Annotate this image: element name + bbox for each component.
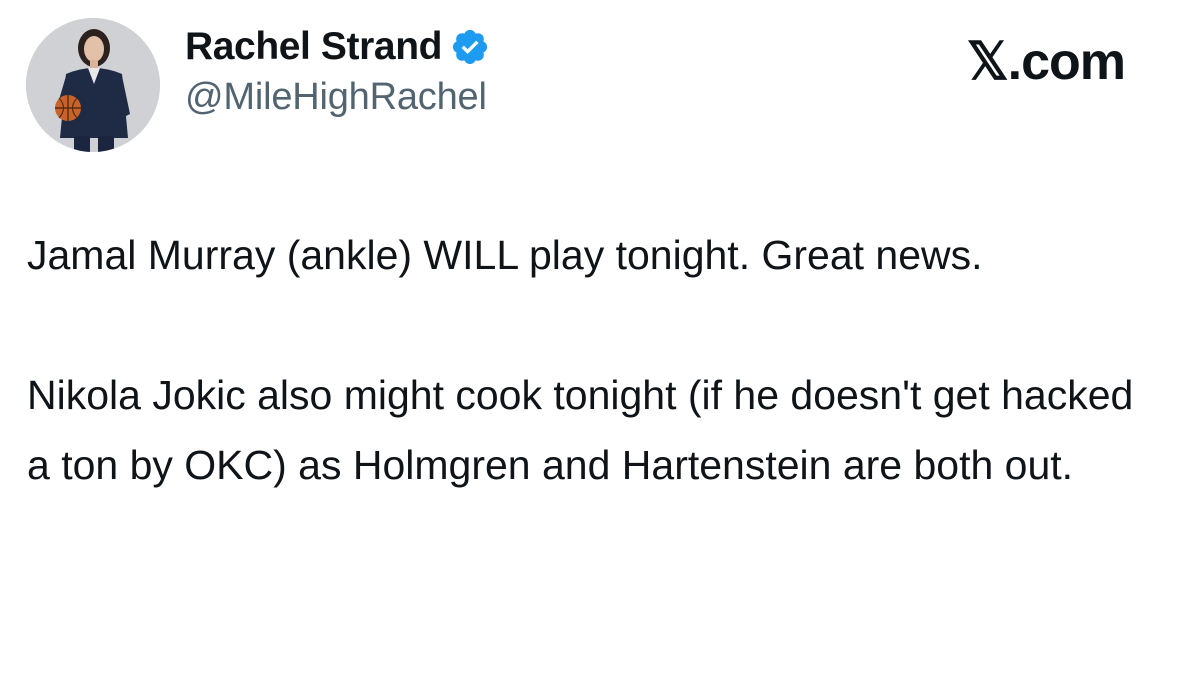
verified-badge-icon [450, 27, 490, 67]
author-handle[interactable]: @MileHighRachel [185, 76, 490, 119]
tweet-body: Jamal Murray (ankle) WILL play tonight. … [27, 220, 1167, 500]
site-label: 𝕏.com [966, 33, 1126, 91]
name-row: Rachel Strand [185, 22, 490, 72]
avatar-photo [26, 18, 160, 152]
tweet-paragraph: Jamal Murray (ankle) WILL play tonight. … [27, 232, 983, 278]
tweet-header: Rachel Strand @MileHighRachel 𝕏.com [24, 14, 1155, 152]
display-name[interactable]: Rachel Strand [185, 25, 442, 69]
avatar[interactable] [26, 18, 160, 152]
author-identity: Rachel Strand @MileHighRachel [185, 22, 490, 119]
tweet-paragraph: Nikola Jokic also might cook tonight (if… [27, 372, 1134, 488]
